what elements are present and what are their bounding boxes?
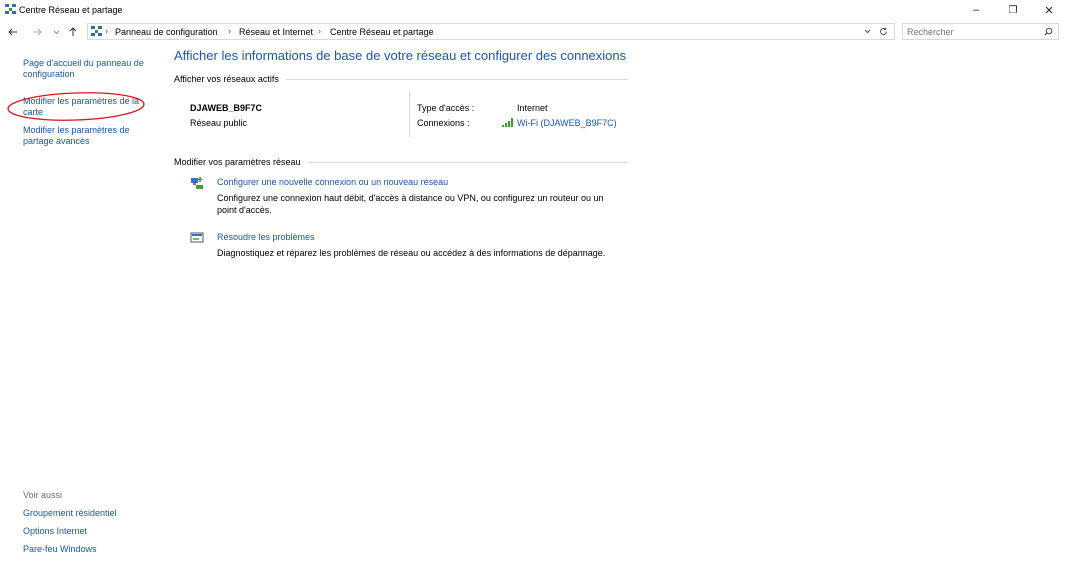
arrow-up-icon [69,27,77,36]
sidebar-item-label: Page d'accueil du panneau de [23,58,144,68]
search-input[interactable] [907,26,1037,37]
address-dropdown-icon[interactable] [864,29,871,34]
new-connection-icon [191,177,203,189]
task-new-connection-desc: Configurez une connexion haut débit, d'a… [217,193,604,203]
connections-label: Connexions : [417,118,470,128]
arrow-left-icon [8,28,17,36]
network-type: Réseau public [190,118,248,128]
network-name: DJAWEB_B9F7C [190,103,263,113]
task-new-connection-desc: point d'accès. [217,205,272,215]
search-icon[interactable] [1044,27,1053,36]
see-also-heading: Voir aussi [23,490,63,500]
network-divider [409,92,410,137]
restore-button[interactable]: ❐ [995,0,1031,20]
modify-settings-header: Modifier vos paramètres réseau [174,157,301,167]
control-panel-icon [91,26,102,36]
minimize-button[interactable]: – [958,0,994,20]
see-also-homegroup[interactable]: Groupement résidentiel [23,508,117,518]
section-divider [308,162,628,163]
task-troubleshoot-link[interactable]: Résoudre les problèmes [217,232,315,242]
arrow-right-icon [33,28,42,36]
page-title: Afficher les informations de base de vot… [174,48,627,63]
task-troubleshoot-desc: Diagnostiquez et réparez les problèmes d… [217,248,606,258]
sidebar-item-label: Modifier les paramètres de [23,125,130,135]
sidebar-item-control-panel-home[interactable]: Page d'accueil du panneau de configurati… [23,58,144,80]
highlight-ellipse [7,92,145,121]
access-type-value: Internet [517,103,548,113]
back-button[interactable] [6,24,20,40]
wifi-connection-link[interactable]: Wi-Fi (DJAWEB_B9F7C) [517,118,617,128]
chevron-down-icon [53,30,59,34]
access-type-label: Type d'accès : [417,103,475,113]
breadcrumb-separator: › [228,26,231,36]
breadcrumb-network-center[interactable]: Centre Réseau et partage [330,27,434,37]
active-networks-header: Afficher vos réseaux actifs [174,74,279,84]
sidebar-item-advanced-sharing[interactable]: Modifier les paramètres de partage avanc… [23,125,130,147]
refresh-icon[interactable] [879,27,888,36]
forward-button[interactable] [30,24,44,40]
breadcrumb-separator: › [318,26,321,36]
up-button[interactable] [66,24,80,40]
window-title: Centre Réseau et partage [19,5,123,15]
breadcrumb-control-panel[interactable]: Panneau de configuration [115,27,218,37]
see-also-windows-firewall[interactable]: Pare-feu Windows [23,544,97,554]
troubleshoot-icon [190,232,204,243]
title-bar: Centre Réseau et partage – ❐ ✕ [0,0,1068,20]
sidebar-item-label: configuration [23,69,75,79]
section-divider [286,79,628,80]
see-also-internet-options[interactable]: Options Internet [23,526,87,536]
recent-locations-button[interactable] [50,24,62,40]
close-button[interactable]: ✕ [1031,0,1067,20]
address-bar[interactable]: › Panneau de configuration › Réseau et I… [87,23,895,40]
navigation-bar: › Panneau de configuration › Réseau et I… [0,22,1068,42]
breadcrumb-separator: › [105,26,108,36]
task-new-connection-link[interactable]: Configurer une nouvelle connexion ou un … [217,177,448,187]
sidebar-item-label: partage avancés [23,136,90,146]
search-box[interactable] [902,23,1059,40]
breadcrumb-network-internet[interactable]: Réseau et Internet [239,27,313,37]
network-center-icon [5,4,16,14]
wifi-signal-icon [502,118,513,127]
